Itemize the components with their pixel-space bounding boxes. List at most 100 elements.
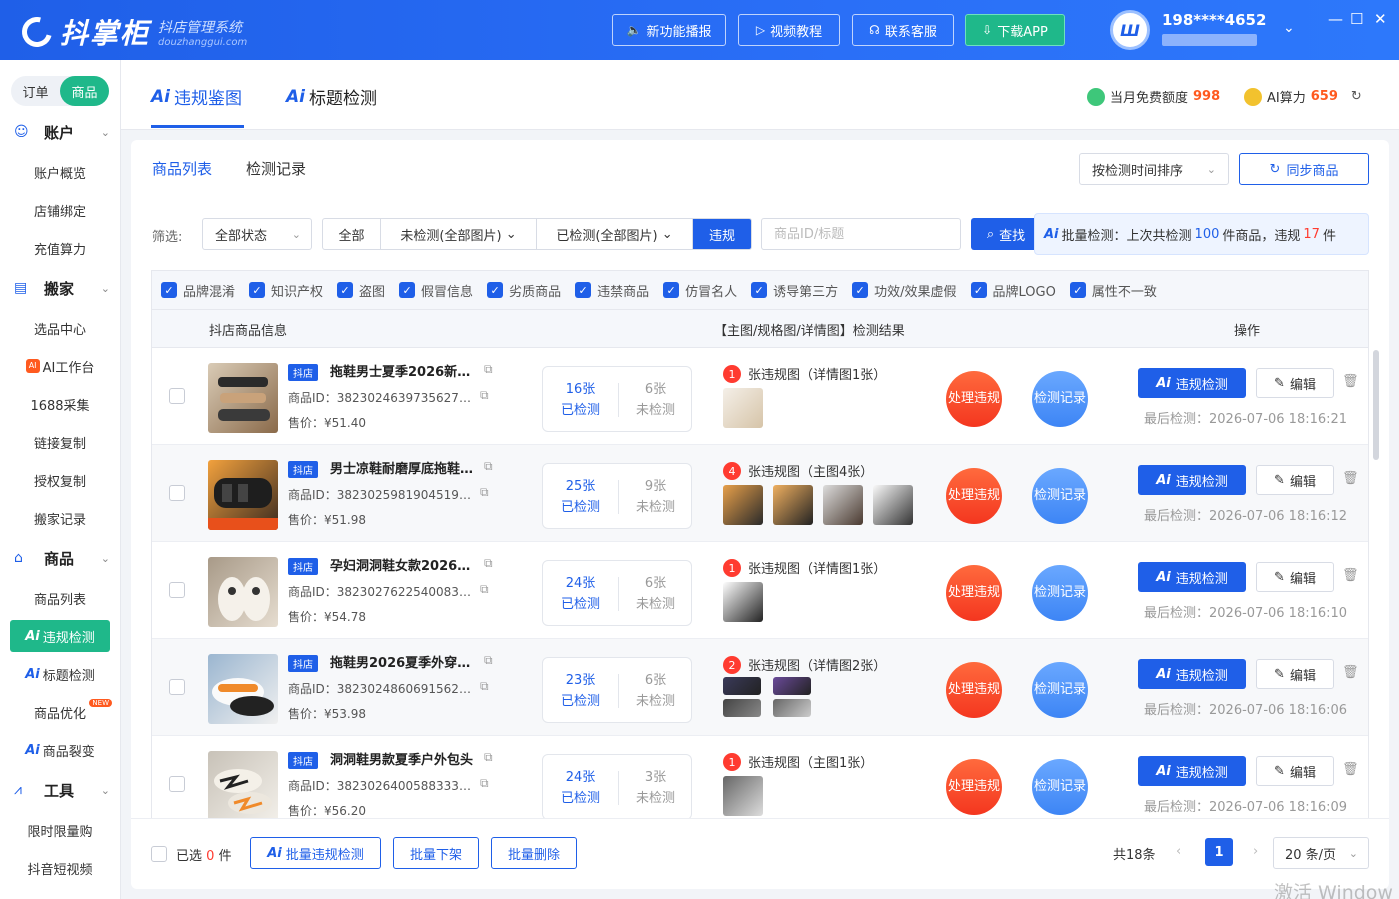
- violation-thumbnail[interactable]: [773, 699, 811, 717]
- copy-icon[interactable]: ⧉: [480, 582, 489, 597]
- product-title[interactable]: 拖鞋男士夏季2026新款外穿: [330, 361, 480, 380]
- close-icon[interactable]: ✕: [1374, 10, 1387, 28]
- copy-icon[interactable]: ⧉: [484, 362, 493, 377]
- product-image[interactable]: [208, 363, 278, 433]
- batch-delete-button[interactable]: 批量删除: [491, 837, 577, 869]
- sidebar-item-product-list[interactable]: 商品列表: [10, 582, 110, 614]
- segment-checked[interactable]: 已检测(全部图片) ⌄: [537, 219, 693, 249]
- edit-button[interactable]: ✎ 编辑: [1256, 465, 1334, 495]
- prev-page-icon[interactable]: ‹: [1176, 844, 1181, 859]
- batch-delist-button[interactable]: 批量下架: [393, 837, 479, 869]
- check-brand-confusion[interactable]: ✓ 品牌混淆: [161, 281, 235, 300]
- row-checkbox[interactable]: [169, 582, 185, 598]
- sort-select[interactable]: 按检测时间排序 ⌄: [1079, 153, 1229, 185]
- copy-icon[interactable]: ⧉: [480, 776, 489, 791]
- scrollbar[interactable]: [1373, 350, 1379, 460]
- violation-thumbnail[interactable]: [723, 677, 761, 695]
- row-checkbox[interactable]: [169, 485, 185, 501]
- product-image[interactable]: [208, 751, 278, 818]
- copy-icon[interactable]: ⧉: [484, 459, 493, 474]
- avatar[interactable]: Ш: [1110, 10, 1150, 50]
- copy-icon[interactable]: ⧉: [484, 750, 493, 765]
- violation-thumbnail[interactable]: [723, 485, 763, 525]
- sidebar-item-link-copy[interactable]: 链接复制: [10, 426, 110, 458]
- copy-icon[interactable]: ⧉: [484, 653, 493, 668]
- copy-icon[interactable]: ⧉: [484, 556, 493, 571]
- segment-all[interactable]: 全部: [323, 219, 381, 249]
- product-title[interactable]: 孕妇洞洞鞋女款2026夏季新款: [330, 555, 480, 574]
- mode-orders[interactable]: 订单: [11, 76, 60, 106]
- violation-thumbnail[interactable]: [723, 388, 763, 428]
- unchecked-count[interactable]: 6张 未检测: [618, 670, 693, 712]
- sidebar-section-products[interactable]: ⌂ 商品 ⌄: [14, 545, 114, 571]
- unchecked-count[interactable]: 9张 未检测: [618, 476, 693, 518]
- product-image[interactable]: [208, 557, 278, 627]
- check-record-button[interactable]: 检测记录: [1032, 662, 1088, 718]
- check-record-button[interactable]: 检测记录: [1032, 468, 1088, 524]
- sidebar-item-douyin-video[interactable]: 抖音短视频: [10, 852, 110, 884]
- product-title[interactable]: 洞洞鞋男款夏季户外包头: [330, 749, 480, 768]
- violation-thumbnail[interactable]: [773, 677, 811, 695]
- search-input[interactable]: [761, 218, 961, 250]
- maximize-icon[interactable]: ☐: [1350, 10, 1363, 28]
- check-stolen-image[interactable]: ✓ 盗图: [337, 281, 385, 300]
- page-size-select[interactable]: 20 条/页 ⌄: [1273, 837, 1369, 869]
- segment-unchecked[interactable]: 未检测(全部图片) ⌄: [381, 219, 537, 249]
- edit-button[interactable]: ✎ 编辑: [1256, 659, 1334, 689]
- check-ip[interactable]: ✓ 知识产权: [249, 281, 323, 300]
- unchecked-count[interactable]: 6张 未检测: [618, 573, 693, 615]
- violation-thumbnail[interactable]: [823, 485, 863, 525]
- check-fake-info[interactable]: ✓ 假冒信息: [399, 281, 473, 300]
- sync-products-button[interactable]: ↻ 同步商品: [1239, 153, 1369, 185]
- sidebar-item-product-optimize[interactable]: 商品优化 NEW: [10, 696, 112, 728]
- violation-check-button[interactable]: Ai 违规检测: [1138, 756, 1246, 786]
- sidebar-item-ai-workbench[interactable]: AI AI工作台: [10, 350, 110, 382]
- row-checkbox[interactable]: [169, 776, 185, 792]
- chevron-down-icon[interactable]: ⌄: [1283, 20, 1295, 36]
- sidebar-item-product-fission[interactable]: Ai 商品裂变: [10, 734, 110, 766]
- copy-icon[interactable]: ⧉: [480, 679, 489, 694]
- sidebar-item-recharge[interactable]: 充值算力: [10, 232, 110, 264]
- select-all-checkbox[interactable]: [151, 846, 167, 862]
- checked-count[interactable]: 25张 已检测: [543, 476, 618, 518]
- violation-thumbnail[interactable]: [773, 485, 813, 525]
- tab-product-list[interactable]: 商品列表: [152, 158, 212, 179]
- trash-icon[interactable]: 🗑: [1342, 665, 1359, 680]
- sidebar-item-move-records[interactable]: 搬家记录: [10, 502, 110, 534]
- row-checkbox[interactable]: [169, 388, 185, 404]
- sidebar-item-account-overview[interactable]: 账户概览: [10, 156, 110, 188]
- violation-thumbnail[interactable]: [723, 699, 761, 717]
- product-image[interactable]: [208, 460, 278, 530]
- contact-support-button[interactable]: ☊ 联系客服: [852, 14, 954, 46]
- sidebar-item-1688-collect[interactable]: 1688采集: [10, 388, 110, 420]
- edit-button[interactable]: ✎ 编辑: [1256, 756, 1334, 786]
- product-image[interactable]: [208, 654, 278, 724]
- refresh-icon[interactable]: ↻: [1351, 89, 1362, 104]
- check-record-button[interactable]: 检测记录: [1032, 565, 1088, 621]
- checked-count[interactable]: 24张 已检测: [543, 767, 618, 809]
- handle-violation-button[interactable]: 处理违规: [946, 468, 1002, 524]
- check-record-button[interactable]: 检测记录: [1032, 759, 1088, 815]
- sidebar-section-account[interactable]: ☺ 账户 ⌄: [14, 119, 114, 145]
- checked-count[interactable]: 16张 已检测: [543, 379, 618, 421]
- product-title[interactable]: 拖鞋男2026夏季外穿防滑: [330, 652, 480, 671]
- segment-violation[interactable]: 违规: [693, 219, 751, 249]
- product-title[interactable]: 男士凉鞋耐磨厚底拖鞋两穿: [330, 458, 480, 477]
- sidebar-section-move[interactable]: ▤ 搬家 ⌄: [14, 275, 114, 301]
- copy-icon[interactable]: ⧉: [480, 485, 489, 500]
- check-third-party[interactable]: ✓ 诱导第三方: [751, 281, 838, 300]
- tab-check-records[interactable]: 检测记录: [246, 158, 306, 179]
- sidebar-item-shop-binding[interactable]: 店铺绑定: [10, 194, 110, 226]
- unchecked-count[interactable]: 6张 未检测: [618, 379, 693, 421]
- minimize-icon[interactable]: —: [1328, 10, 1343, 28]
- violation-check-button[interactable]: Ai 违规检测: [1138, 562, 1246, 592]
- violation-thumbnail[interactable]: [723, 582, 763, 622]
- sidebar-item-flash-sale[interactable]: 限时限量购: [10, 814, 110, 846]
- tab-title-check[interactable]: Ai 标题检测: [286, 84, 377, 110]
- checked-count[interactable]: 23张 已检测: [543, 670, 618, 712]
- status-select[interactable]: 全部状态 ⌄: [202, 218, 312, 250]
- check-false-efficacy[interactable]: ✓ 功效/效果虚假: [852, 281, 957, 300]
- mode-products[interactable]: 商品: [60, 76, 109, 106]
- check-brand-logo[interactable]: ✓ 品牌LOGO: [970, 281, 1056, 300]
- trash-icon[interactable]: 🗑: [1342, 762, 1359, 777]
